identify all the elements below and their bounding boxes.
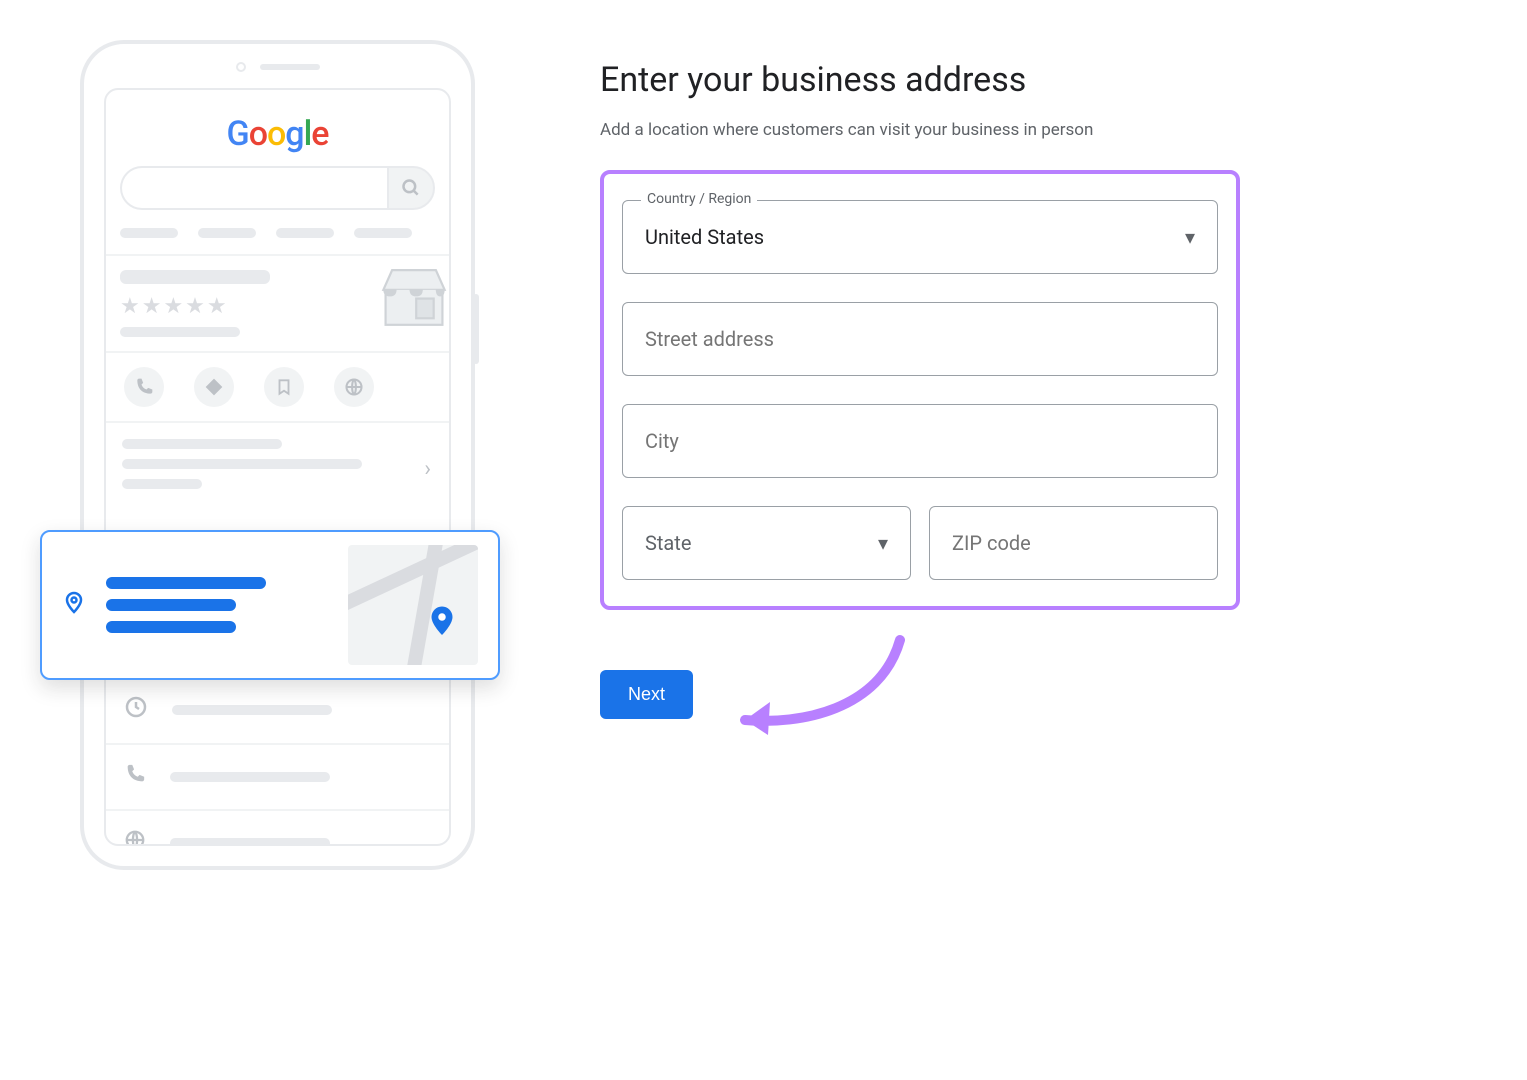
storefront-icon xyxy=(379,256,449,328)
hours-row-illustration xyxy=(106,675,449,743)
directions-icon xyxy=(194,367,234,407)
map-pin-icon xyxy=(62,588,86,623)
phone-notch xyxy=(236,62,320,72)
location-lines xyxy=(106,567,266,643)
bookmark-icon xyxy=(264,367,304,407)
phone-small-icon xyxy=(124,763,146,791)
page-subtitle: Add a location where customers can visit… xyxy=(600,120,1240,140)
text-section-illustration: › xyxy=(106,421,449,515)
caret-down-icon: ▾ xyxy=(1185,225,1195,249)
clock-icon xyxy=(124,695,148,725)
city-field[interactable] xyxy=(645,429,1195,453)
action-icons xyxy=(106,351,449,421)
zip-field[interactable] xyxy=(952,531,1195,555)
form-fields-callout: Country / Region United States ▾ State ▾ xyxy=(600,170,1240,610)
globe-icon xyxy=(334,367,374,407)
next-button[interactable]: Next xyxy=(600,670,693,719)
location-card-highlight xyxy=(40,530,500,680)
country-value: United States xyxy=(645,225,764,249)
google-logo: Google xyxy=(106,90,449,166)
zip-input[interactable] xyxy=(929,506,1218,580)
map-pin-large-icon xyxy=(424,598,460,653)
phone-icon xyxy=(124,367,164,407)
phone-frame: Google ★★★★★ xyxy=(80,40,475,870)
map-thumbnail xyxy=(348,545,478,665)
state-placeholder: State xyxy=(645,531,691,555)
search-bar-illustration xyxy=(120,166,435,210)
business-card-illustration: ★★★★★ xyxy=(106,254,449,351)
chevron-right-icon: › xyxy=(424,457,431,482)
phone-row-illustration xyxy=(106,743,449,809)
street-address-field[interactable] xyxy=(645,327,1195,351)
country-label: Country / Region xyxy=(641,191,757,207)
address-form: Enter your business address Add a locati… xyxy=(600,40,1240,1040)
phone-screen: Google ★★★★★ xyxy=(104,88,451,846)
globe-small-icon xyxy=(124,829,146,846)
city-input[interactable] xyxy=(622,404,1218,478)
page-title: Enter your business address xyxy=(600,60,1240,100)
street-address-input[interactable] xyxy=(622,302,1218,376)
annotation-arrow-icon xyxy=(720,630,920,750)
search-icon xyxy=(387,166,435,210)
country-select[interactable]: Country / Region United States ▾ xyxy=(622,200,1218,274)
phone-illustration: Google ★★★★★ xyxy=(60,40,480,1040)
caret-down-icon: ▾ xyxy=(878,531,888,555)
chip-row xyxy=(106,222,449,254)
website-row-illustration xyxy=(106,809,449,846)
state-select[interactable]: State ▾ xyxy=(622,506,911,580)
